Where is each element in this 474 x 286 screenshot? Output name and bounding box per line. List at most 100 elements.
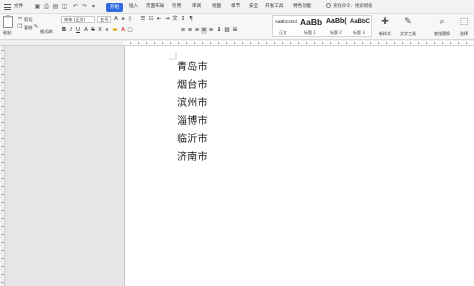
ruler-tick (1, 90, 4, 91)
ruler-tick (130, 42, 131, 44)
hamburger-menu-icon[interactable] (4, 4, 11, 10)
tab-insert[interactable]: 插入 (129, 0, 138, 14)
document-page[interactable]: 青岛市 烟台市 滨州市 淄博市 临沂市 济南市 (124, 46, 474, 286)
bullets-icon[interactable]: ☰ (140, 16, 146, 23)
paste-label[interactable]: 粘贴 (3, 30, 11, 36)
ruler-tick (250, 42, 251, 44)
italic-icon[interactable]: I (68, 27, 74, 34)
justify-icon[interactable]: ≡ (201, 27, 207, 34)
tab-page-layout[interactable]: 页面布局 (146, 0, 164, 14)
doc-line-2[interactable]: 烟台市 (177, 76, 208, 91)
text-effect-icon[interactable]: A (83, 27, 89, 34)
ruler-tick (386, 42, 387, 44)
decrease-indent-icon[interactable]: ⇤ (156, 16, 162, 23)
undo-icon[interactable]: ↶ (72, 3, 79, 10)
tab-view[interactable]: 视图 (212, 0, 221, 14)
numbering-icon[interactable]: ☷ (148, 16, 154, 23)
print-icon[interactable]: ⎙ (43, 3, 50, 10)
ruler-tick (1, 82, 4, 83)
vertical-ruler[interactable] (0, 46, 5, 286)
ruler-tick (362, 42, 363, 44)
ruler-tick (1, 162, 4, 163)
ruler-tick (1, 234, 4, 235)
align-center-icon[interactable]: ≡ (187, 27, 193, 34)
doc-line-3[interactable]: 滨州市 (177, 94, 208, 109)
ruler-tick (154, 42, 155, 44)
shrink-font-icon[interactable]: a (120, 16, 126, 23)
ruler-tick (1, 242, 4, 243)
chinese-layout-icon[interactable]: 文 (172, 16, 178, 23)
doc-line-1[interactable]: 青岛市 (177, 58, 208, 73)
tab-review[interactable]: 审阅 (192, 0, 201, 14)
cut-label[interactable]: 剪切 (24, 17, 32, 23)
increase-indent-icon[interactable]: ⇥ (164, 16, 170, 23)
ruler-tick (1, 218, 4, 219)
redo-icon[interactable]: ↷ (81, 3, 88, 10)
font-color-icon[interactable]: A (120, 27, 126, 34)
tab-references[interactable]: 引用 (172, 0, 181, 14)
ruler-tick (218, 42, 219, 44)
underline-icon[interactable]: U (75, 27, 81, 34)
tab-home[interactable]: 开始 (106, 3, 123, 12)
ruler-tick (194, 42, 195, 44)
ruler-tick (290, 42, 291, 44)
ruler-tick (418, 42, 419, 44)
copy-icon[interactable]: ❐ (17, 24, 23, 30)
borders-icon[interactable]: ⊞ (232, 27, 238, 34)
show-marks-icon[interactable]: ¶ (188, 16, 194, 23)
menu-bar: 文件 ▣ ⎙ ▤ ◫ ↶ ↷ ▾ 开始 插入 页面布局 引用 审阅 视图 章节 … (0, 0, 474, 14)
align-left-icon[interactable]: ≡ (180, 27, 186, 34)
font-size-select[interactable]: 五号 (97, 16, 111, 23)
doc-line-5[interactable]: 临沂市 (177, 130, 208, 145)
style-heading-1[interactable]: AaBb 标题 1 (300, 16, 325, 38)
wps-writer-window: 文件 ▣ ⎙ ▤ ◫ ↶ ↷ ▾ 开始 插入 页面布局 引用 审阅 视图 章节 … (0, 0, 474, 286)
ruler-tick (162, 42, 163, 44)
ruler-tick (354, 42, 355, 44)
shading-icon[interactable]: ▧ (224, 27, 230, 34)
ruler-tick (450, 42, 451, 44)
clear-format-icon[interactable]: ◊ (127, 16, 133, 23)
text-tools-button[interactable]: ✎ 文字工具 (398, 17, 418, 37)
quick-access-dropdown-icon[interactable]: ▾ (90, 3, 97, 10)
find-replace-button[interactable]: ⌕ 查找替换 (432, 17, 452, 37)
format-painter-label[interactable]: 格式刷 (40, 29, 53, 35)
new-style-button[interactable]: ✚ 新样式 (376, 17, 394, 37)
bold-icon[interactable]: B (61, 27, 67, 34)
ruler-tick (1, 146, 4, 147)
superscript-icon[interactable]: X (97, 27, 103, 34)
align-right-icon[interactable]: ≡ (194, 27, 200, 34)
grow-font-icon[interactable]: A (113, 16, 119, 23)
doc-line-6[interactable]: 济南市 (177, 148, 208, 163)
tab-developer-tools[interactable]: 开发工具 (265, 0, 283, 14)
copy-label[interactable]: 复制 (24, 25, 32, 31)
ruler-tick (210, 42, 211, 44)
doc-line-4[interactable]: 淄博市 (177, 112, 208, 127)
tab-special-features[interactable]: 特色功能 (293, 0, 311, 14)
cut-icon[interactable]: ✂ (17, 16, 23, 22)
distributed-icon[interactable]: ≡ (208, 27, 214, 34)
char-border-icon[interactable]: ▢ (127, 27, 133, 34)
format-painter-icon[interactable]: ✎ (33, 24, 39, 30)
save-icon[interactable]: ▣ (34, 3, 41, 10)
highlight-icon[interactable]: ▬ (112, 27, 118, 34)
tab-sections[interactable]: 章节 (231, 0, 240, 14)
tab-security[interactable]: 安全 (249, 0, 258, 14)
style-normal[interactable]: AaBbCcDd 正文 (275, 16, 299, 38)
print-preview-icon[interactable]: ▤ (52, 3, 59, 10)
file-menu[interactable]: 文件 (14, 0, 23, 14)
style-heading-3[interactable]: AaBbC 标题 3 (350, 16, 372, 38)
ruler-tick (322, 42, 323, 44)
ruler-tick (1, 154, 4, 155)
font-name-select[interactable]: 宋体 (正文) (61, 16, 95, 23)
strikethrough-icon[interactable]: S (90, 27, 96, 34)
select-button[interactable]: ⬚ 选择 (456, 17, 472, 37)
sort-icon[interactable]: ↕ (180, 16, 186, 23)
line-spacing-icon[interactable]: ↨ (216, 27, 222, 34)
subscript-icon[interactable]: x (104, 27, 110, 34)
export-pdf-icon[interactable]: ◫ (61, 3, 68, 10)
paste-icon[interactable] (3, 15, 13, 28)
style-heading-2-name: 标题 2 (330, 30, 342, 35)
ribbon-home: 粘贴 ✂ 剪切 ❐ 复制 ✎ 格式刷 宋体 (正文) 五号 A a ◊ B I … (0, 14, 474, 40)
style-heading-2[interactable]: AaBb( 标题 2 (326, 16, 350, 38)
command-search[interactable]: 查找命令、搜索模板 (326, 3, 373, 11)
